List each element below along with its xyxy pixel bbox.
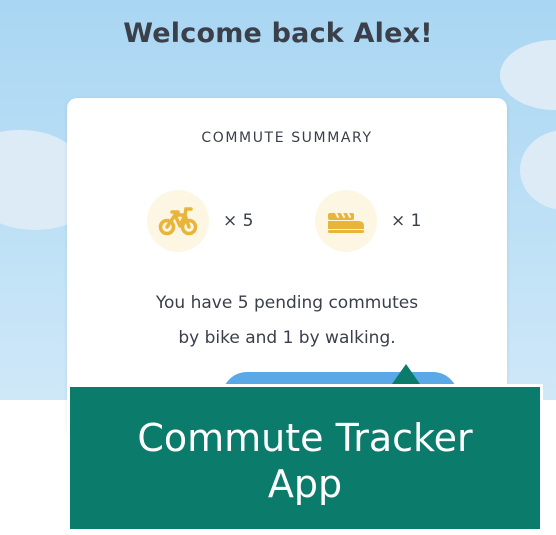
- walking-count: × 1: [391, 211, 422, 231]
- walking-icon: [328, 212, 364, 233]
- pending-commutes-message: You have 5 pending commutes by bike and …: [67, 286, 507, 356]
- welcome-heading: Welcome back Alex!: [123, 18, 433, 49]
- caption-text: Commute Tracker App: [70, 415, 540, 507]
- caption-notch: [392, 364, 420, 384]
- cloud-right: [500, 40, 556, 110]
- caption-banner: Commute Tracker App: [67, 384, 543, 532]
- caption-line-2: App: [267, 462, 343, 506]
- bike-icon: [158, 207, 198, 236]
- app-screen: Welcome back Alex! COMMUTE SUMMARY × 5 ×…: [0, 0, 556, 535]
- walking-icon-badge: [315, 190, 377, 252]
- caption-line-1: Commute Tracker: [137, 416, 473, 460]
- message-line-2: by bike and 1 by walking.: [178, 328, 396, 348]
- walking-mode[interactable]: × 1: [315, 190, 421, 252]
- message-line-1: You have 5 pending commutes: [155, 293, 419, 313]
- bike-mode[interactable]: × 5: [147, 190, 253, 252]
- bike-count: × 5: [223, 211, 254, 231]
- card-title: COMMUTE SUMMARY: [201, 130, 373, 146]
- bike-icon-badge: [147, 190, 209, 252]
- cloud-right-low: [520, 130, 556, 210]
